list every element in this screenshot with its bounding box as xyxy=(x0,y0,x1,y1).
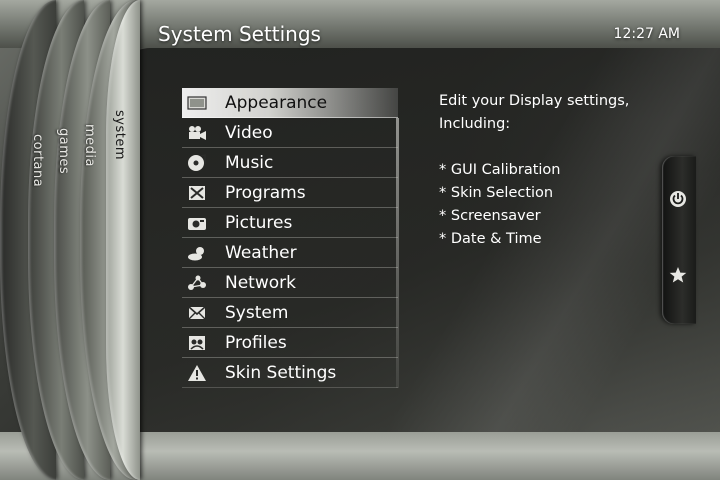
star-icon xyxy=(669,266,687,288)
network-icon xyxy=(186,274,208,292)
side-tab-label: games xyxy=(56,128,71,175)
power-button[interactable] xyxy=(668,191,688,211)
camera-icon xyxy=(186,214,208,232)
menu-item-label: Video xyxy=(225,122,273,143)
menu-item-label: Appearance xyxy=(225,92,328,113)
power-icon xyxy=(669,190,687,212)
settings-menu: Appearance Video Music Programs Pictures xyxy=(182,88,398,388)
side-tab-label: system xyxy=(112,110,127,160)
menu-item-network[interactable]: Network xyxy=(182,268,398,298)
music-disc-icon xyxy=(186,153,208,172)
description-bullet: * Skin Selection xyxy=(439,185,554,201)
menu-item-label: Network xyxy=(225,272,296,293)
menu-item-label: System xyxy=(225,302,289,323)
menu-item-pictures[interactable]: Pictures xyxy=(182,208,398,238)
screen-background: cortana games media system System Settin… xyxy=(0,0,720,480)
menu-item-label: Skin Settings xyxy=(225,362,337,383)
menu-item-label: Pictures xyxy=(225,212,293,233)
programs-icon xyxy=(186,184,208,202)
page-title: System Settings xyxy=(158,22,321,46)
description-bullet: * GUI Calibration xyxy=(439,162,561,178)
video-camera-icon xyxy=(186,124,208,142)
side-tab-system[interactable]: system xyxy=(106,0,140,480)
side-tab-label: media xyxy=(82,124,97,167)
clock: 12:27 AM xyxy=(613,26,680,42)
menu-item-system[interactable]: System xyxy=(182,298,398,328)
description-bullet: * Date & Time xyxy=(439,231,542,247)
profiles-icon xyxy=(186,334,208,352)
menu-item-appearance[interactable]: Appearance xyxy=(182,88,398,118)
right-pod xyxy=(662,156,696,324)
menu-item-music[interactable]: Music xyxy=(182,148,398,178)
menu-item-video[interactable]: Video xyxy=(182,118,398,148)
favourites-button[interactable] xyxy=(668,267,688,287)
side-tab-label: cortana xyxy=(30,134,45,188)
menu-item-label: Profiles xyxy=(225,332,287,353)
menu-item-label: Music xyxy=(225,152,274,173)
menu-item-programs[interactable]: Programs xyxy=(182,178,398,208)
menu-item-weather[interactable]: Weather xyxy=(182,238,398,268)
description-intro: Edit your Display settings, xyxy=(439,93,630,109)
weather-icon xyxy=(186,244,208,262)
warning-triangle-icon xyxy=(186,364,208,382)
description-panel: Edit your Display settings, Including: *… xyxy=(439,90,669,251)
menu-item-label: Programs xyxy=(225,182,306,203)
side-tab-column: cortana games media system xyxy=(0,0,140,480)
system-icon xyxy=(186,304,208,322)
display-icon xyxy=(186,94,208,112)
menu-item-label: Weather xyxy=(225,242,297,263)
menu-item-skin-settings[interactable]: Skin Settings xyxy=(182,358,398,388)
menu-item-profiles[interactable]: Profiles xyxy=(182,328,398,358)
description-bullet: * Screensaver xyxy=(439,208,541,224)
description-intro: Including: xyxy=(439,116,511,132)
